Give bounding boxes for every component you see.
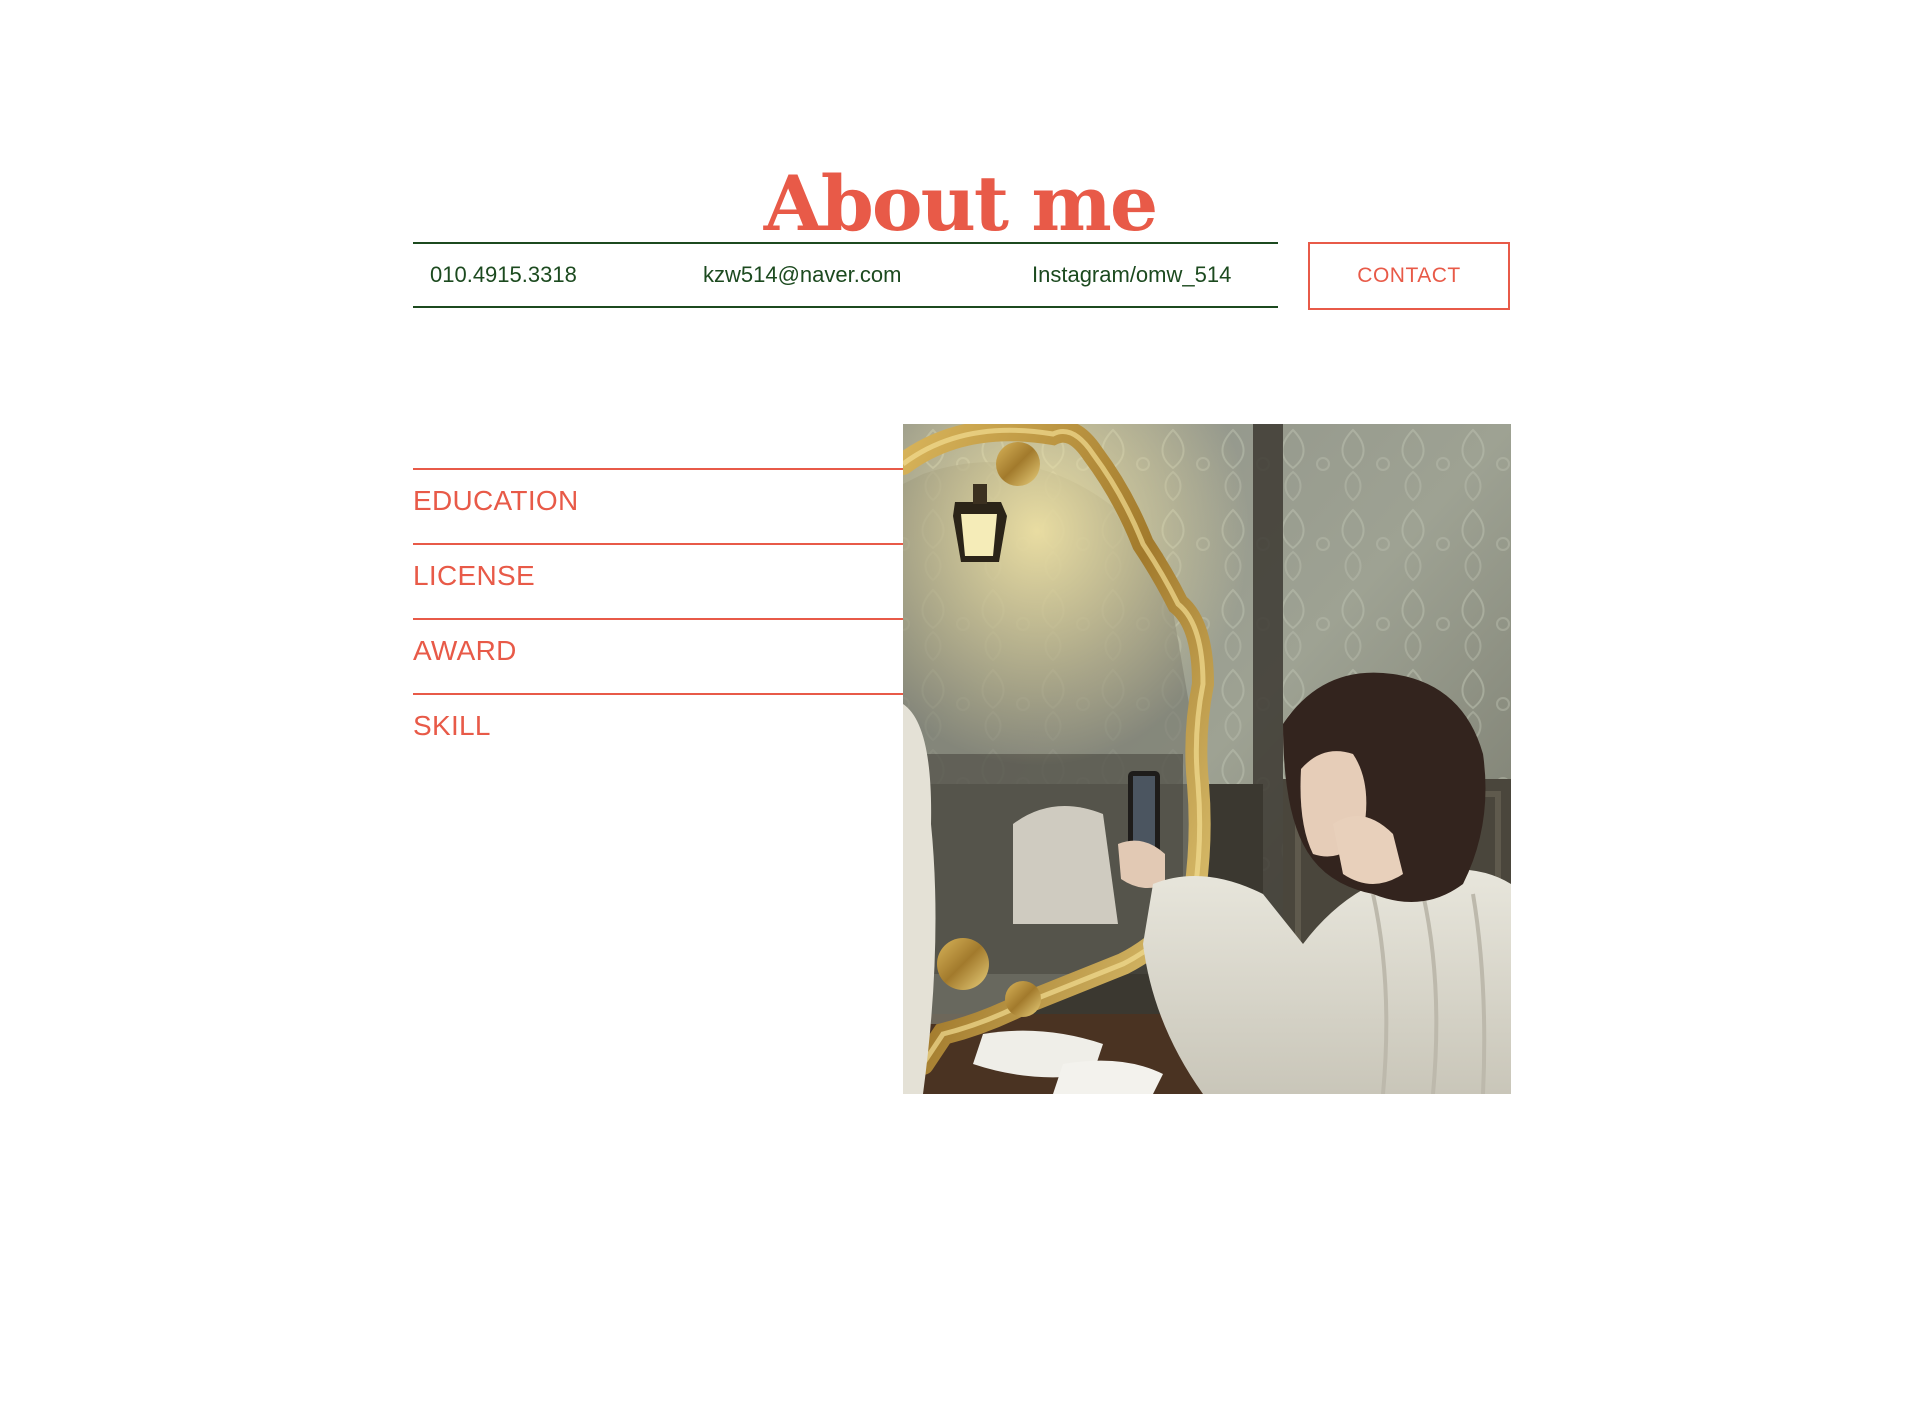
contact-instagram[interactable]: Instagram/omw_514 <box>1032 244 1231 306</box>
contact-email[interactable]: kzw514@naver.com <box>703 244 901 306</box>
menu-item-label: LICENSE <box>413 560 535 591</box>
contact-bar: 010.4915.3318 kzw514@naver.com Instagram… <box>413 242 1278 308</box>
contact-phone[interactable]: 010.4915.3318 <box>430 244 577 306</box>
about-menu: EDUCATION LICENSE AWARD SKILL <box>413 468 921 768</box>
menu-item-award[interactable]: AWARD <box>413 618 921 693</box>
portrait-photo <box>903 424 1511 1094</box>
menu-item-label: EDUCATION <box>413 485 579 516</box>
menu-item-skill[interactable]: SKILL <box>413 693 921 768</box>
menu-item-education[interactable]: EDUCATION <box>413 468 921 543</box>
menu-item-label: SKILL <box>413 710 491 741</box>
menu-item-license[interactable]: LICENSE <box>413 543 921 618</box>
menu-item-label: AWARD <box>413 635 517 666</box>
contact-button[interactable]: CONTACT <box>1308 242 1510 310</box>
page-title: About me <box>763 158 1158 248</box>
